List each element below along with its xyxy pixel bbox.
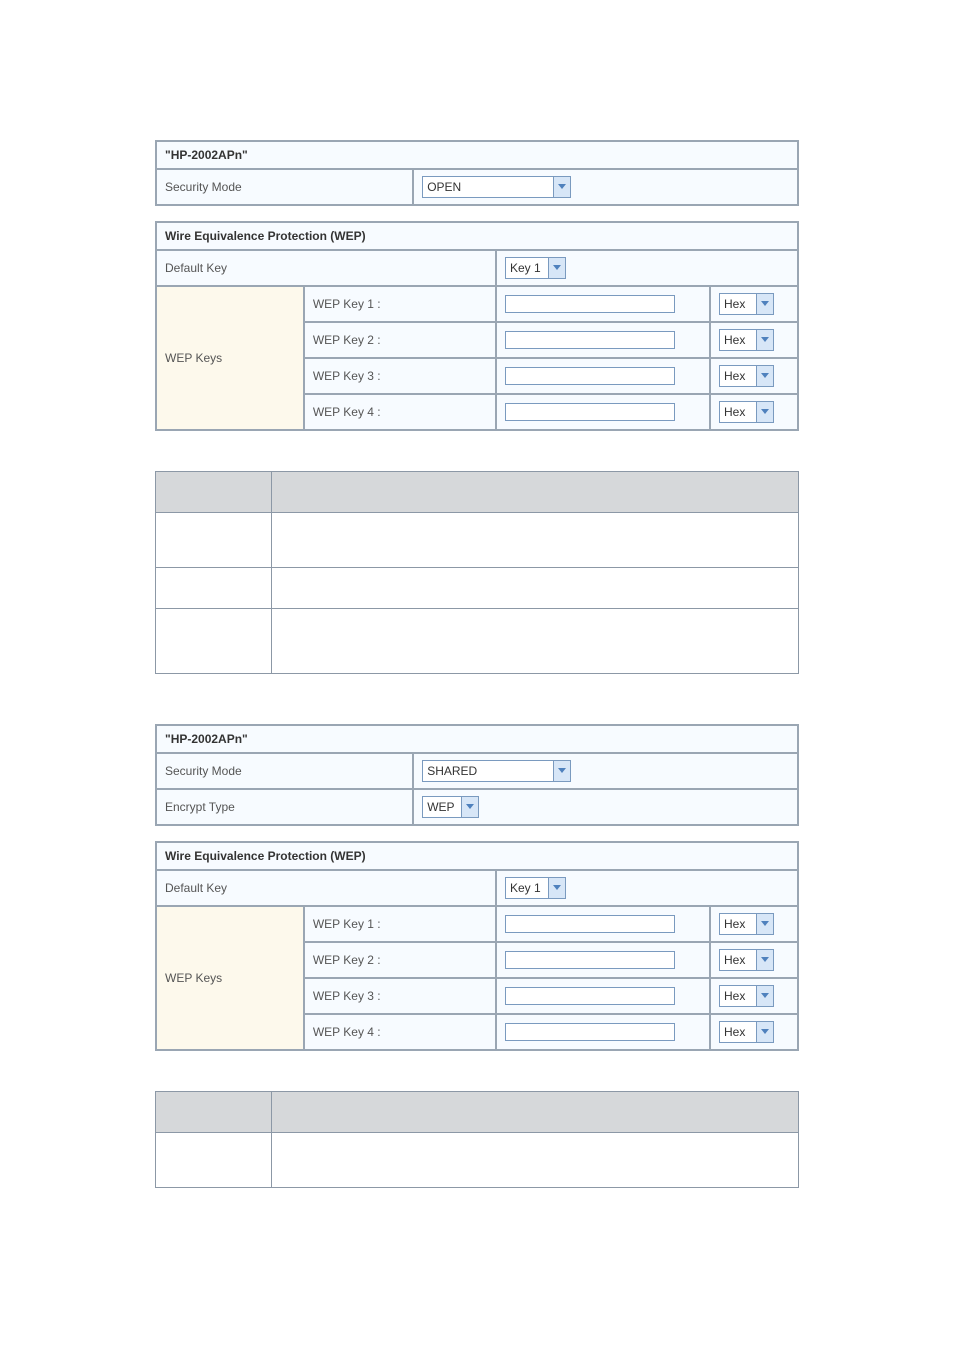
wep-key-label: WEP Key 2 : — [305, 323, 495, 357]
encrypt-type-select[interactable]: WEP — [422, 796, 479, 818]
wep-table-open: Wire Equivalence Protection (WEP) Defaul… — [155, 221, 799, 431]
info-table-2 — [155, 1091, 799, 1188]
info-header-cell — [271, 1092, 798, 1133]
chevron-down-icon — [548, 878, 565, 898]
wep-key-3-input[interactable] — [505, 987, 675, 1005]
security-mode-select[interactable]: SHARED — [422, 760, 571, 782]
ssid-security-table-open: "HP-2002APn" Security Mode OPEN — [155, 140, 799, 206]
chevron-down-icon — [461, 797, 478, 817]
security-mode-label: Security Mode — [157, 754, 412, 788]
wep-key-1-type-select[interactable]: Hex — [719, 913, 774, 935]
ssid-header: "HP-2002APn" — [157, 142, 797, 168]
wep-key-4-type-select[interactable]: Hex — [719, 401, 774, 423]
wep-key-4-type-select[interactable]: Hex — [719, 1021, 774, 1043]
chevron-down-icon — [553, 177, 570, 197]
security-mode-label: Security Mode — [157, 170, 412, 204]
wep-key-2-type-select[interactable]: Hex — [719, 949, 774, 971]
info-cell — [271, 1133, 798, 1188]
info-cell — [156, 1133, 272, 1188]
wep-key-1-input[interactable] — [505, 295, 675, 313]
wep-key-label: WEP Key 2 : — [305, 943, 495, 977]
wep-key-label: WEP Key 3 : — [305, 359, 495, 393]
default-key-label: Default Key — [157, 871, 495, 905]
wep-key-3-type-select[interactable]: Hex — [719, 985, 774, 1007]
chevron-down-icon — [756, 914, 773, 934]
info-table-1 — [155, 471, 799, 674]
chevron-down-icon — [548, 258, 565, 278]
wep-key-label: WEP Key 4 : — [305, 1015, 495, 1049]
wep-key-label: WEP Key 1 : — [305, 907, 495, 941]
wep-key-4-input[interactable] — [505, 403, 675, 421]
chevron-down-icon — [756, 986, 773, 1006]
chevron-down-icon — [756, 402, 773, 422]
security-mode-select[interactable]: OPEN — [422, 176, 571, 198]
wep-header: Wire Equivalence Protection (WEP) — [157, 843, 797, 869]
info-cell — [271, 568, 798, 609]
encrypt-type-label: Encrypt Type — [157, 790, 412, 824]
wep-key-2-type-select[interactable]: Hex — [719, 329, 774, 351]
wep-keys-label: WEP Keys — [157, 287, 303, 429]
wep-key-label: WEP Key 4 : — [305, 395, 495, 429]
info-cell — [271, 609, 798, 674]
wep-header: Wire Equivalence Protection (WEP) — [157, 223, 797, 249]
wep-key-label: WEP Key 1 : — [305, 287, 495, 321]
default-key-label: Default Key — [157, 251, 495, 285]
wep-keys-label: WEP Keys — [157, 907, 303, 1049]
wep-key-3-type-select[interactable]: Hex — [719, 365, 774, 387]
ssid-security-table-shared: "HP-2002APn" Security Mode SHARED Encryp… — [155, 724, 799, 826]
info-header-cell — [156, 1092, 272, 1133]
info-header-cell — [271, 472, 798, 513]
chevron-down-icon — [553, 761, 570, 781]
chevron-down-icon — [756, 366, 773, 386]
info-cell — [156, 568, 272, 609]
wep-key-1-input[interactable] — [505, 915, 675, 933]
wep-key-label: WEP Key 3 : — [305, 979, 495, 1013]
wep-table-shared: Wire Equivalence Protection (WEP) Defaul… — [155, 841, 799, 1051]
wep-key-2-input[interactable] — [505, 951, 675, 969]
chevron-down-icon — [756, 950, 773, 970]
default-key-select[interactable]: Key 1 — [505, 257, 566, 279]
wep-key-1-type-select[interactable]: Hex — [719, 293, 774, 315]
info-cell — [156, 609, 272, 674]
info-cell — [156, 513, 272, 568]
ssid-header: "HP-2002APn" — [157, 726, 797, 752]
wep-key-4-input[interactable] — [505, 1023, 675, 1041]
chevron-down-icon — [756, 294, 773, 314]
chevron-down-icon — [756, 330, 773, 350]
default-key-select[interactable]: Key 1 — [505, 877, 566, 899]
wep-key-2-input[interactable] — [505, 331, 675, 349]
info-cell — [271, 513, 798, 568]
wep-key-3-input[interactable] — [505, 367, 675, 385]
info-header-cell — [156, 472, 272, 513]
chevron-down-icon — [756, 1022, 773, 1042]
